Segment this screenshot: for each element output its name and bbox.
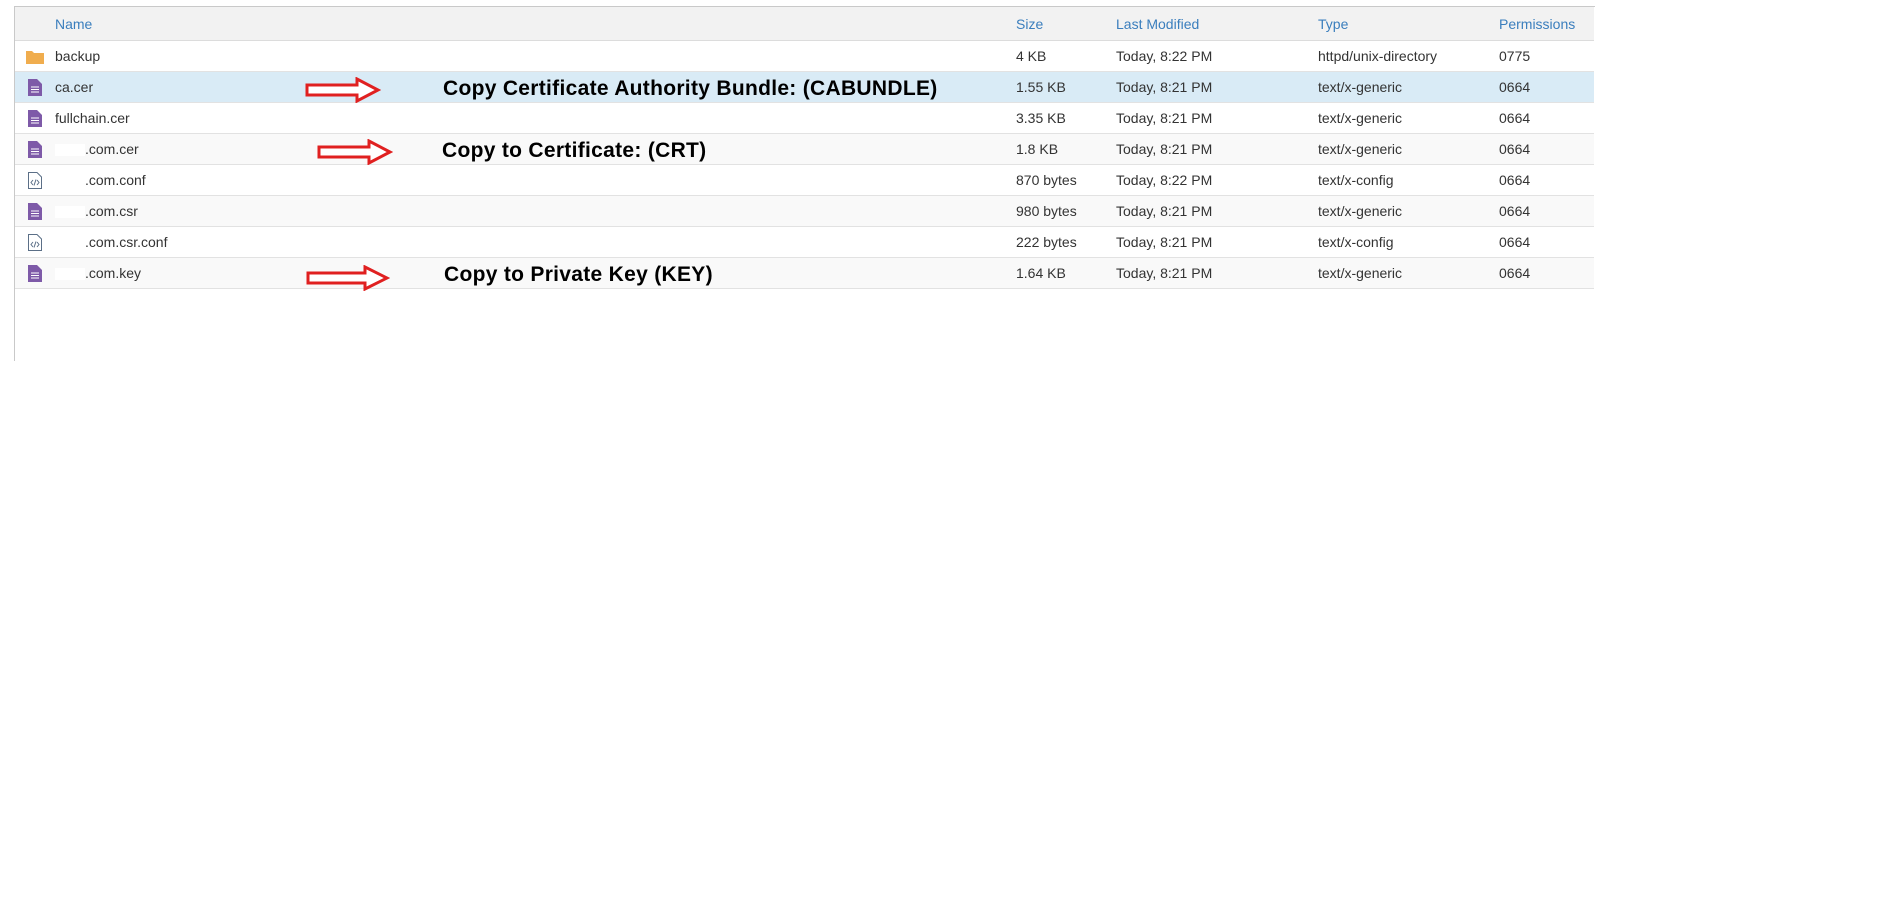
last-modified-column-header[interactable]: Last Modified	[1116, 7, 1318, 41]
file-permissions: 0664	[1499, 133, 1594, 165]
table-row[interactable]: fullchain.cer 3.35 KB Today, 8:21 PM tex…	[15, 102, 1594, 134]
file-size: 1.64 KB	[1016, 257, 1116, 289]
table-row[interactable]: .com.key 1.64 KB Today, 8:21 PM text/x-g…	[15, 257, 1594, 289]
file-name[interactable]: .com.csr.conf	[85, 234, 167, 250]
file-permissions: 0664	[1499, 102, 1594, 134]
file-name[interactable]: backup	[55, 40, 1016, 72]
file-size: 1.8 KB	[1016, 133, 1116, 165]
redacted-name-part	[55, 237, 85, 250]
table-row[interactable]: .com.conf 870 bytes Today, 8:22 PM text/…	[15, 164, 1594, 196]
text-file-icon	[28, 78, 42, 96]
table-row[interactable]: .com.csr.conf 222 bytes Today, 8:21 PM t…	[15, 226, 1594, 258]
permissions-column-header[interactable]: Permissions	[1499, 7, 1594, 41]
file-permissions: 0775	[1499, 40, 1594, 72]
file-size: 870 bytes	[1016, 164, 1116, 196]
file-permissions: 0664	[1499, 71, 1594, 103]
table-header-row: Name Size Last Modified Type Permissions	[15, 7, 1594, 41]
file-permissions: 0664	[1499, 195, 1594, 227]
file-size: 980 bytes	[1016, 195, 1116, 227]
text-file-icon	[28, 109, 42, 127]
file-last-modified: Today, 8:21 PM	[1116, 102, 1318, 134]
file-size: 4 KB	[1016, 40, 1116, 72]
file-permissions: 0664	[1499, 164, 1594, 196]
file-size: 222 bytes	[1016, 226, 1116, 258]
file-name[interactable]: fullchain.cer	[55, 102, 1016, 134]
file-size: 1.55 KB	[1016, 71, 1116, 103]
file-type: httpd/unix-directory	[1318, 40, 1499, 72]
arrow-right-icon	[305, 77, 381, 103]
file-list-table: Name Size Last Modified Type Permissions…	[15, 7, 1594, 289]
file-type: text/x-config	[1318, 226, 1499, 258]
text-file-icon	[28, 140, 42, 158]
annotation-key: Copy to Private Key (KEY)	[444, 263, 713, 286]
file-last-modified: Today, 8:22 PM	[1116, 164, 1318, 196]
redacted-name-part	[55, 268, 85, 281]
redacted-name-part	[55, 144, 85, 157]
file-type: text/x-generic	[1318, 133, 1499, 165]
file-type: text/x-generic	[1318, 195, 1499, 227]
file-type: text/x-generic	[1318, 102, 1499, 134]
file-type: text/x-generic	[1318, 71, 1499, 103]
icon-column-header	[15, 7, 55, 41]
size-column-header[interactable]: Size	[1016, 7, 1116, 41]
file-last-modified: Today, 8:21 PM	[1116, 133, 1318, 165]
file-name[interactable]: .com.cer	[85, 141, 139, 157]
table-row[interactable]: backup 4 KB Today, 8:22 PM httpd/unix-di…	[15, 40, 1594, 72]
file-type: text/x-generic	[1318, 257, 1499, 289]
name-column-header[interactable]: Name	[55, 7, 1016, 41]
redacted-name-part	[55, 175, 85, 188]
file-permissions: 0664	[1499, 226, 1594, 258]
file-last-modified: Today, 8:21 PM	[1116, 226, 1318, 258]
config-file-icon	[28, 171, 42, 189]
file-name[interactable]: .com.key	[85, 265, 141, 281]
arrow-right-icon	[317, 139, 393, 165]
annotation-cabundle: Copy Certificate Authority Bundle: (CABU…	[443, 77, 938, 100]
file-type: text/x-config	[1318, 164, 1499, 196]
file-permissions: 0664	[1499, 257, 1594, 289]
file-name[interactable]: .com.csr	[85, 203, 138, 219]
file-size: 3.35 KB	[1016, 102, 1116, 134]
table-row[interactable]: .com.csr 980 bytes Today, 8:21 PM text/x…	[15, 195, 1594, 227]
file-name[interactable]: .com.conf	[85, 172, 146, 188]
config-file-icon	[28, 233, 42, 251]
file-last-modified: Today, 8:21 PM	[1116, 195, 1318, 227]
folder-icon	[26, 50, 44, 64]
file-last-modified: Today, 8:22 PM	[1116, 40, 1318, 72]
text-file-icon	[28, 202, 42, 220]
type-column-header[interactable]: Type	[1318, 7, 1499, 41]
redacted-name-part	[55, 206, 85, 219]
arrow-right-icon	[306, 265, 390, 291]
text-file-icon	[28, 264, 42, 282]
file-last-modified: Today, 8:21 PM	[1116, 71, 1318, 103]
table-row[interactable]: .com.cer 1.8 KB Today, 8:21 PM text/x-ge…	[15, 133, 1594, 165]
annotation-crt: Copy to Certificate: (CRT)	[442, 139, 707, 162]
file-last-modified: Today, 8:21 PM	[1116, 257, 1318, 289]
